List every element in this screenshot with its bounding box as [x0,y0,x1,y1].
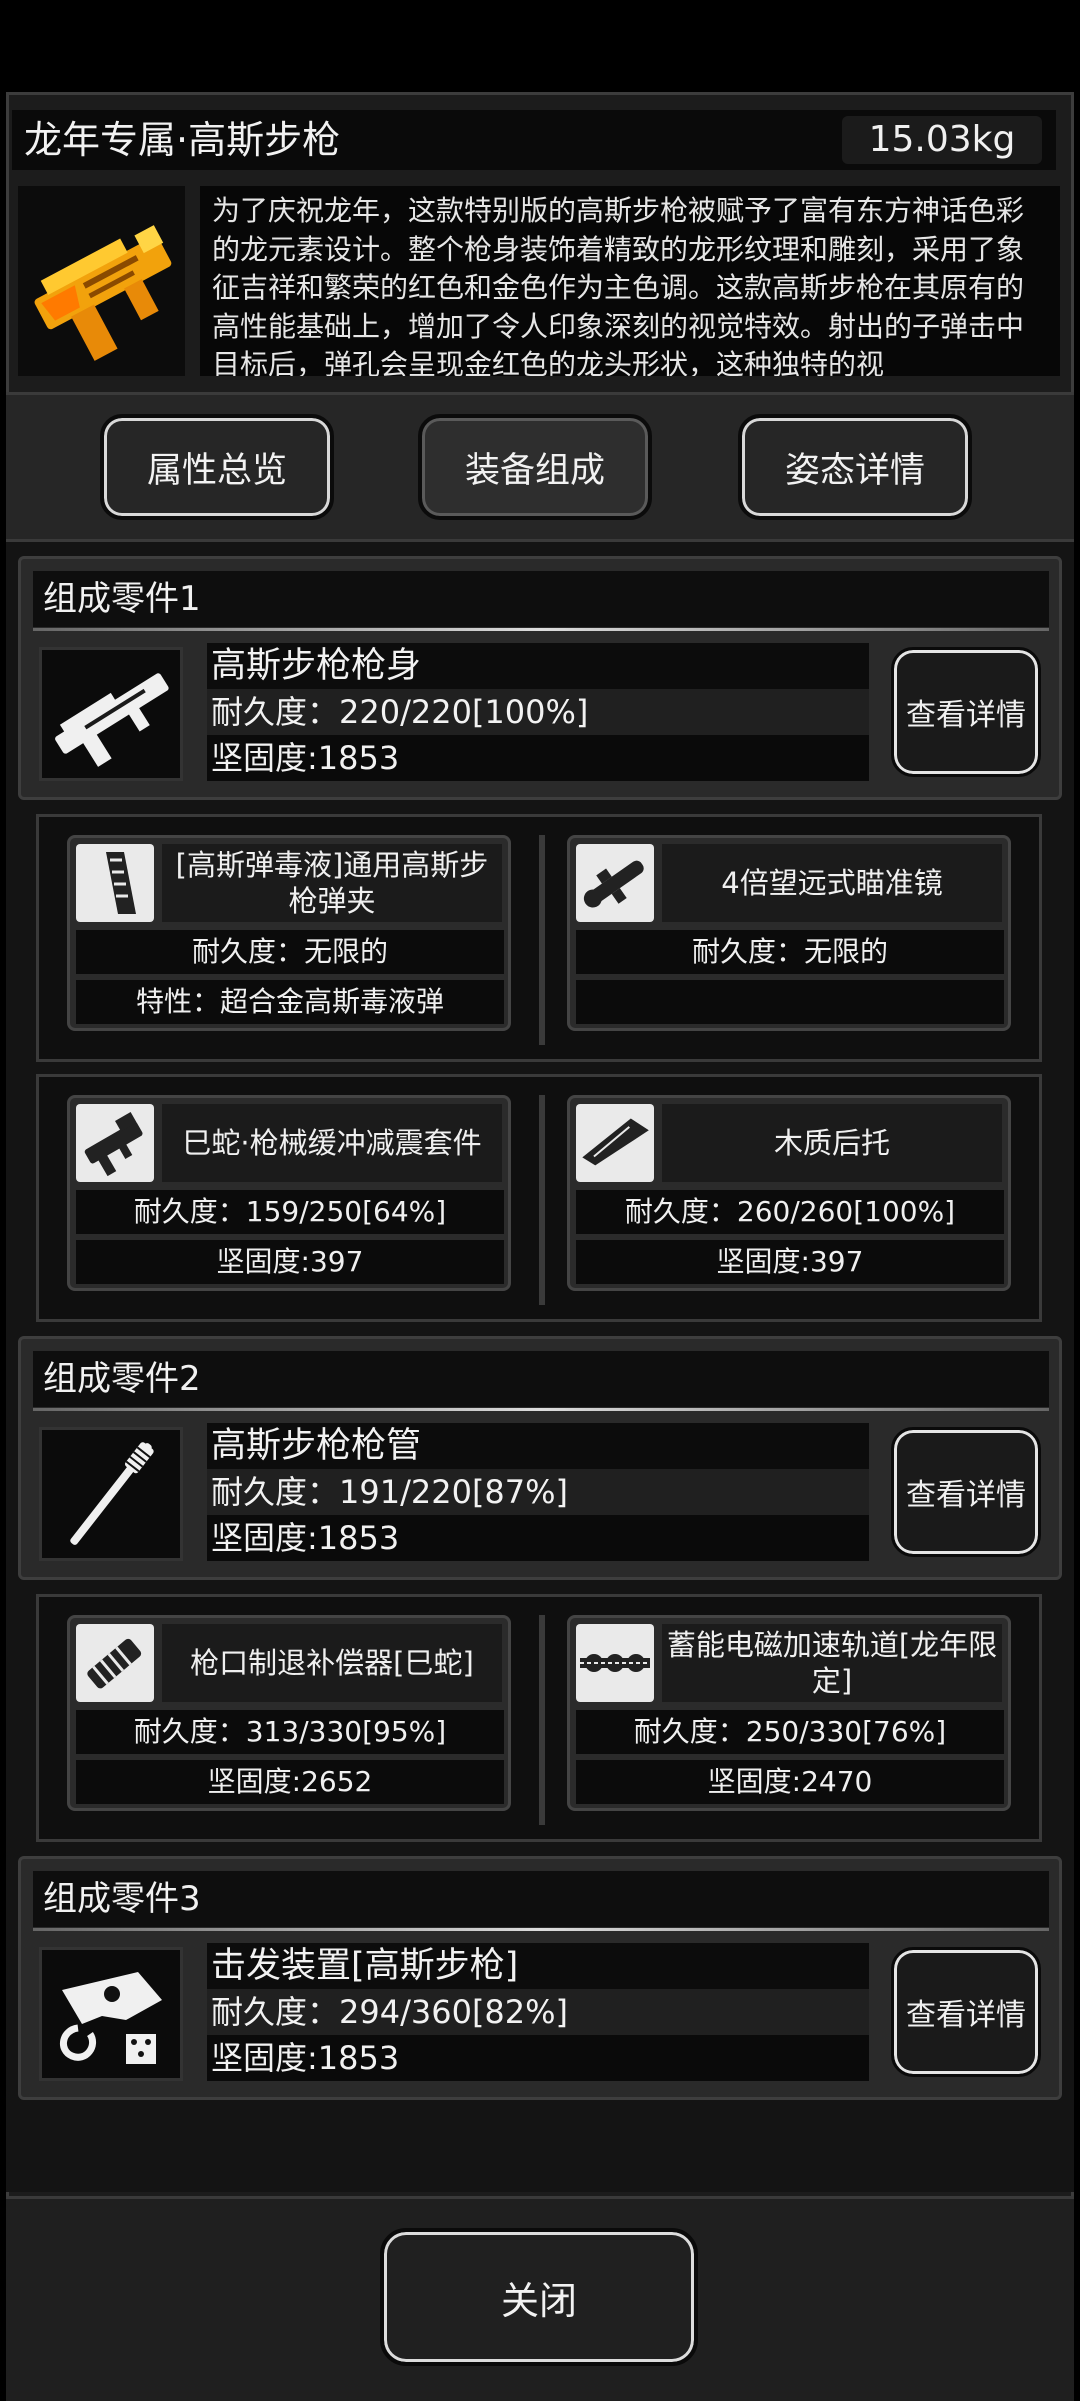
tab-equipment-composition[interactable]: 装备组成 [418,414,652,520]
part-info: 高斯步枪枪管 耐久度：191/220[87%] 坚固度:1853 [207,1423,869,1561]
part-thumbnail [39,1427,183,1561]
attachment-hardness: 坚固度:2470 [576,1760,1004,1804]
attachment-panel: [高斯弹毒液]通用高斯步枪弹夹 耐久度：无限的 特性：超合金高斯毒液弹 4倍望远… [36,814,1042,1062]
part-info: 击发装置[高斯步枪] 耐久度：294/360[82%] 坚固度:1853 [207,1943,869,2081]
part-hardness: 坚固度:1853 [207,735,869,781]
attachment-durability: 耐久度：260/260[100%] [576,1190,1004,1234]
tab-label: 属性总览 [146,450,287,491]
part-thumbnail [39,647,183,781]
component-section-1: 组成零件1 高斯步枪枪身 耐久度：220/220[100%] 坚固度:1853 … [18,556,1062,800]
attachment-hardness: 坚固度:2652 [76,1760,504,1804]
separator [539,1095,545,1305]
attachment-name: 枪口制退补偿器[巳蛇] [162,1624,502,1702]
attachment-panel: 巳蛇·枪械缓冲减震套件 耐久度：159/250[64%] 坚固度:397 木质后… [36,1074,1042,1322]
attachment-card[interactable]: [高斯弹毒液]通用高斯步枪弹夹 耐久度：无限的 特性：超合金高斯毒液弹 [67,835,511,1031]
scope-icon [576,844,654,922]
part-durability: 耐久度：220/220[100%] [207,689,869,735]
attachment-name: 木质后托 [662,1104,1002,1182]
attachment-hardness: 坚固度:397 [76,1240,504,1284]
button-label: 查看详情 [906,1478,1026,1513]
header-bar: 龙年专属·高斯步枪 15.03kg [12,110,1056,170]
separator [539,835,545,1045]
weapon-title: 龙年专属·高斯步枪 [24,118,341,162]
attachment-card[interactable]: 4倍望远式瞄准镜 耐久度：无限的 [567,835,1011,1031]
attachment-durability: 耐久度：无限的 [576,930,1004,974]
rail-icon [576,1624,654,1702]
separator [539,1615,545,1825]
part-hardness: 坚固度:1853 [207,1515,869,1561]
attachment-durability: 耐久度：无限的 [76,930,504,974]
rifle-body-icon [55,673,169,767]
attachment-durability: 耐久度：313/330[95%] [76,1710,504,1754]
component-section-3: 组成零件3 击发装置[高斯步枪] 耐久度：294/360[82%] 坚固度:18… [18,1856,1062,2100]
attachment-card[interactable]: 枪口制退补偿器[巳蛇] 耐久度：313/330[95%] 坚固度:2652 [67,1615,511,1811]
attachment-panel: 枪口制退补偿器[巳蛇] 耐久度：313/330[95%] 坚固度:2652 蓄能… [36,1594,1042,1842]
part-name: 高斯步枪枪管 [207,1423,869,1469]
view-details-button[interactable]: 查看详情 [891,1947,1041,2077]
stock-icon [576,1104,654,1182]
attachment-durability: 耐久度：159/250[64%] [76,1190,504,1234]
muzzle-brake-icon [76,1624,154,1702]
status-bar [0,0,1080,92]
recoil-kit-icon [76,1104,154,1182]
section-title: 组成零件1 [33,571,1049,631]
part-durability: 耐久度：294/360[82%] [207,1989,869,2035]
tab-attributes-overview[interactable]: 属性总览 [100,414,334,520]
part-info: 高斯步枪枪身 耐久度：220/220[100%] 坚固度:1853 [207,643,869,781]
button-label: 查看详情 [906,698,1026,733]
attachment-card[interactable]: 木质后托 耐久度：260/260[100%] 坚固度:397 [567,1095,1011,1291]
attachment-card[interactable]: 蓄能电磁加速轨道[龙年限定] 耐久度：250/330[76%] 坚固度:2470 [567,1615,1011,1811]
attachment-trait: 特性：超合金高斯毒液弹 [76,980,504,1024]
weight-badge: 15.03kg [842,116,1042,164]
dragon-rifle-icon [34,225,172,361]
attachment-name: 巳蛇·枪械缓冲减震套件 [162,1104,502,1182]
tab-label: 姿态详情 [784,450,925,491]
view-details-button[interactable]: 查看详情 [891,647,1041,777]
button-label: 关闭 [500,2278,577,2323]
attachment-hardness: 坚固度:397 [576,1240,1004,1284]
view-details-button[interactable]: 查看详情 [891,1427,1041,1557]
part-hardness: 坚固度:1853 [207,2035,869,2081]
part-durability: 耐久度：191/220[87%] [207,1469,869,1515]
weapon-thumbnail [18,186,185,376]
tab-stance-details[interactable]: 姿态详情 [738,414,972,520]
description-row: 为了庆祝龙年，这款特别版的高斯步枪被赋予了富有东方神话色彩的龙元素设计。整个枪身… [18,186,1060,376]
trigger-icon [60,1972,162,2064]
attachment-name: 蓄能电磁加速轨道[龙年限定] [662,1624,1002,1702]
attachment-card[interactable]: 巳蛇·枪械缓冲减震套件 耐久度：159/250[64%] 坚固度:397 [67,1095,511,1291]
component-section-2: 组成零件2 高斯步枪枪管 耐久度：191/220[87%] 坚固度:1853 查… [18,1336,1062,1580]
attachment-durability: 耐久度：250/330[76%] [576,1710,1004,1754]
barrel-icon [70,1442,154,1545]
button-label: 查看详情 [906,1998,1026,2033]
magazine-icon [76,844,154,922]
tab-label: 装备组成 [464,450,605,491]
part-thumbnail [39,1947,183,2081]
section-title: 组成零件3 [33,1871,1049,1931]
weapon-description[interactable]: 为了庆祝龙年，这款特别版的高斯步枪被赋予了富有东方神话色彩的龙元素设计。整个枪身… [200,186,1060,376]
close-button[interactable]: 关闭 [380,2228,698,2366]
attachment-hardness [576,980,1004,1024]
attachment-name: 4倍望远式瞄准镜 [662,844,1002,922]
part-name: 击发装置[高斯步枪] [207,1943,869,1989]
section-title: 组成零件2 [33,1351,1049,1411]
part-name: 高斯步枪枪身 [207,643,869,689]
attachment-name: [高斯弹毒液]通用高斯步枪弹夹 [162,844,502,922]
